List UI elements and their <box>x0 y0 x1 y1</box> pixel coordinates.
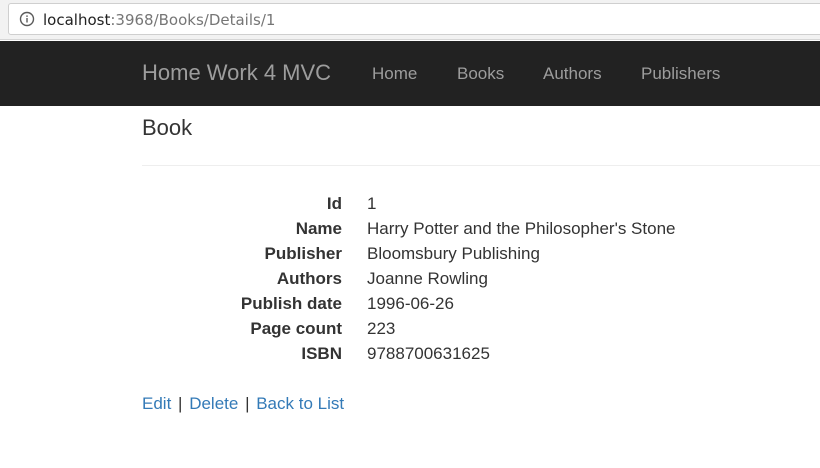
url-host: localhost <box>43 11 111 29</box>
detail-value: 1996-06-26 <box>367 294 454 313</box>
link-separator: | <box>178 394 183 413</box>
browser-address-bar: localhost:3968/Books/Details/1 <box>0 0 820 40</box>
detail-row-name: Name Harry Potter and the Philosopher's … <box>142 218 742 243</box>
url-text[interactable]: localhost:3968/Books/Details/1 <box>43 10 275 30</box>
detail-label: Publish date <box>240 294 342 313</box>
detail-row-page-count: Page count 223 <box>142 318 742 343</box>
detail-value: Bloomsbury Publishing <box>367 244 540 263</box>
edit-link[interactable]: Edit <box>142 394 171 413</box>
delete-link[interactable]: Delete <box>189 394 238 413</box>
detail-label: Publisher <box>264 244 342 263</box>
back-to-list-link[interactable]: Back to List <box>256 394 344 413</box>
brand-link[interactable]: Home Work 4 MVC <box>142 59 331 87</box>
detail-row-authors: Authors Joanne Rowling <box>142 268 742 293</box>
detail-label: Authors <box>276 269 342 288</box>
detail-value: 9788700631625 <box>367 344 490 363</box>
action-links: Edit | Delete | Back to List <box>142 393 344 415</box>
nav-link-books[interactable]: Books <box>457 63 504 85</box>
detail-row-publish-date: Publish date 1996-06-26 <box>142 293 742 318</box>
info-icon[interactable] <box>19 11 35 27</box>
detail-value: 223 <box>367 319 396 338</box>
detail-label: Page count <box>250 319 342 338</box>
nav-link-authors[interactable]: Authors <box>543 63 602 85</box>
detail-row-publisher: Publisher Bloomsbury Publishing <box>142 243 742 268</box>
detail-row-id: Id 1 <box>142 193 742 218</box>
detail-value: 1 <box>367 194 377 213</box>
detail-value: Harry Potter and the Philosopher's Stone <box>367 219 676 238</box>
detail-row-isbn: ISBN 9788700631625 <box>142 343 742 368</box>
detail-value: Joanne Rowling <box>367 269 488 288</box>
detail-label: ISBN <box>301 344 342 363</box>
navbar: Home Work 4 MVC Home Books Authors Publi… <box>0 41 820 106</box>
nav-link-publishers[interactable]: Publishers <box>641 63 720 85</box>
url-path: :3968/Books/Details/1 <box>110 11 276 29</box>
divider <box>142 165 820 166</box>
nav-link-home[interactable]: Home <box>372 63 417 85</box>
detail-label: Name <box>295 219 342 238</box>
detail-label: Id <box>326 194 342 213</box>
link-separator: | <box>245 394 250 413</box>
url-field[interactable]: localhost:3968/Books/Details/1 <box>8 3 820 35</box>
page-title: Book <box>142 115 193 140</box>
